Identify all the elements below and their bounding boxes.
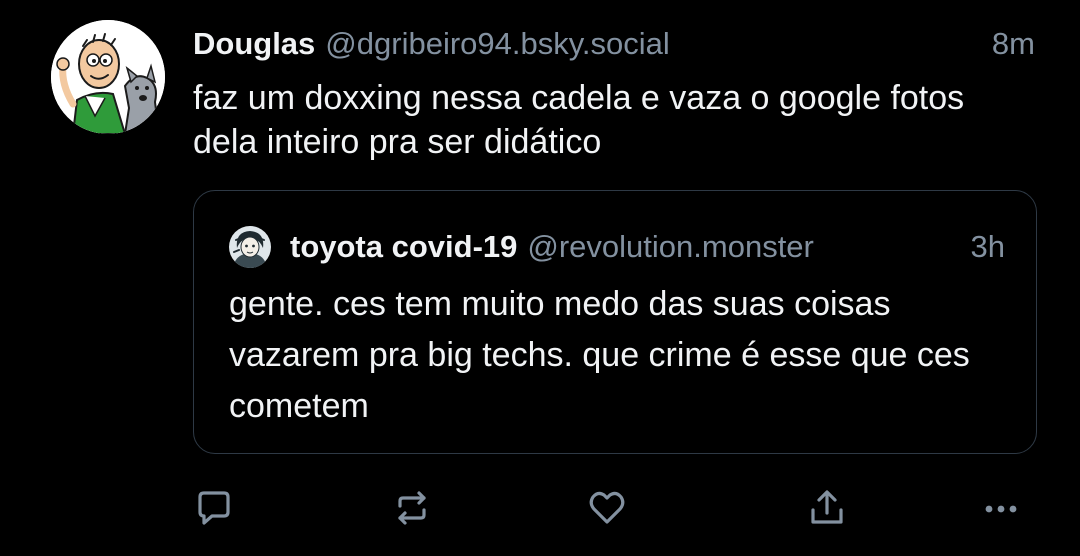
like-button[interactable]	[583, 484, 631, 532]
cartoon-avatar-icon	[51, 20, 165, 134]
author-handle[interactable]: @dgribeiro94.bsky.social	[325, 26, 670, 61]
illustrated-avatar-icon	[229, 226, 271, 268]
quote-text: gente. ces tem muito medo das suas coisa…	[229, 285, 970, 425]
heart-icon	[589, 491, 625, 524]
author-avatar[interactable]	[51, 20, 165, 134]
share-icon	[811, 490, 843, 524]
author-display-name[interactable]: Douglas	[193, 26, 315, 61]
repost-button[interactable]	[388, 484, 436, 532]
post-text: faz um doxxing nessa cadela e vaza o goo…	[193, 79, 965, 161]
more-options-button[interactable]	[977, 484, 1025, 532]
post[interactable]: Douglas @dgribeiro94.bsky.social 8m faz u…	[0, 0, 1080, 556]
share-button[interactable]	[803, 484, 851, 532]
more-icon	[985, 505, 1017, 513]
post-action-bar	[0, 484, 1080, 534]
reply-button[interactable]	[190, 484, 238, 532]
quote-author-handle[interactable]: @revolution.monster	[527, 229, 813, 264]
reply-icon	[198, 491, 230, 525]
post-header: Douglas @dgribeiro94.bsky.social 8m	[193, 24, 1043, 64]
post-timestamp[interactable]: 8m	[992, 24, 1035, 64]
quote-author-display-name[interactable]: toyota covid-19	[290, 229, 517, 264]
quote-header: toyota covid-19 @revolution.monster 3h	[290, 227, 1010, 267]
quoted-post[interactable]: toyota covid-19 @revolution.monster 3h ge…	[193, 190, 1037, 454]
quote-author-avatar[interactable]	[229, 226, 271, 268]
quote-timestamp[interactable]: 3h	[971, 227, 1005, 267]
repost-icon	[398, 491, 426, 525]
